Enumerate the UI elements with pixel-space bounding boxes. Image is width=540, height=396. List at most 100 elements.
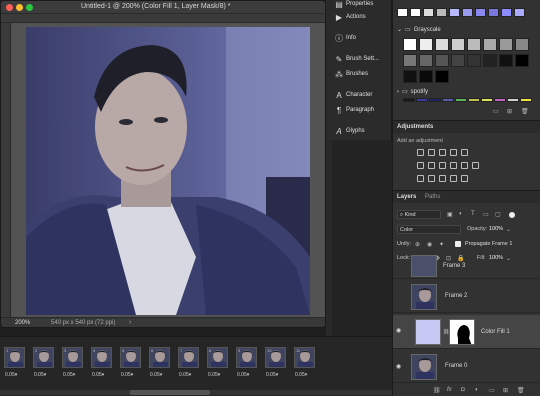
levels-icon[interactable]: [428, 149, 435, 156]
curves-icon[interactable]: [439, 149, 446, 156]
tab-adjustments[interactable]: Adjustments: [397, 124, 433, 130]
panel-properties[interactable]: ▤ Properties: [335, 0, 373, 9]
color-swatch[interactable]: [467, 38, 481, 51]
timeline-frame[interactable]: 9 0.05▾: [236, 347, 257, 381]
color-swatch[interactable]: [419, 54, 433, 67]
panel-brushes[interactable]: ⁂ Brushes: [335, 70, 368, 79]
folder-icon[interactable]: ▭: [489, 387, 495, 394]
close-window-icon[interactable]: [6, 4, 13, 11]
frame-delay[interactable]: 0.05▾: [92, 372, 104, 378]
fill-thumbnail[interactable]: [415, 319, 441, 345]
smart-object-filter-icon[interactable]: ▢: [495, 211, 501, 218]
color-swatch[interactable]: [451, 38, 465, 51]
tab-layers[interactable]: Layers: [397, 194, 416, 200]
black-white-icon[interactable]: [439, 162, 446, 169]
color-swatch[interactable]: [410, 8, 421, 17]
panel-paragraph[interactable]: ¶ Paragraph: [335, 106, 374, 115]
color-swatch[interactable]: [397, 8, 408, 17]
timeline-frame[interactable]: 10 0.05▾: [265, 347, 286, 381]
panel-character[interactable]: A Character: [335, 91, 372, 100]
color-swatch[interactable]: [475, 8, 486, 17]
frame-delay[interactable]: 0.05▾: [266, 372, 278, 378]
layer-row[interactable]: Frame 2: [393, 281, 540, 313]
vibrance-icon[interactable]: [461, 149, 468, 156]
frame-delay[interactable]: 0.05▾: [179, 372, 191, 378]
layer-name[interactable]: Frame 0: [445, 363, 467, 369]
color-balance-icon[interactable]: [428, 162, 435, 169]
layer-name[interactable]: Frame 3: [443, 263, 465, 269]
adjustment-filter-icon[interactable]: ◐: [459, 211, 463, 217]
new-layer-icon[interactable]: ⊞: [503, 387, 508, 394]
new-swatch-icon[interactable]: ⊞: [507, 108, 512, 115]
timeline-frame[interactable]: 3 0.05▾: [62, 347, 83, 381]
color-swatch[interactable]: [499, 38, 513, 51]
color-swatch[interactable]: [514, 8, 525, 17]
trash-icon[interactable]: 🗑: [517, 387, 525, 394]
maximize-window-icon[interactable]: [26, 4, 33, 11]
color-swatch[interactable]: [449, 8, 460, 17]
color-swatch[interactable]: [515, 54, 529, 67]
timeline-frame[interactable]: 6 0.05▾: [149, 347, 170, 381]
scrollbar-thumb[interactable]: [130, 390, 210, 395]
gradient-map-icon[interactable]: [450, 175, 457, 182]
ruler-vertical[interactable]: [1, 23, 11, 317]
color-swatch[interactable]: [501, 8, 512, 17]
tab-paths[interactable]: Paths: [425, 194, 440, 200]
panel-glyphs[interactable]: A Glyphs: [335, 127, 364, 136]
color-swatch[interactable]: [435, 54, 449, 67]
layer-row[interactable]: ◉ Frame 0: [393, 351, 540, 383]
zoom-level[interactable]: 200%: [15, 320, 30, 326]
hue-saturation-icon[interactable]: [417, 162, 424, 169]
timeline-frame[interactable]: 11 0.05▾: [294, 347, 315, 381]
color-swatch[interactable]: [520, 98, 532, 102]
trash-icon[interactable]: 🗑: [521, 108, 529, 115]
color-swatch[interactable]: [462, 8, 473, 17]
color-lookup-icon[interactable]: [472, 162, 479, 169]
color-swatch[interactable]: [451, 54, 465, 67]
frame-delay[interactable]: 0.05▾: [5, 372, 17, 378]
frame-delay[interactable]: 0.05▾: [34, 372, 46, 378]
color-swatch[interactable]: [442, 98, 454, 102]
layer-row[interactable]: Frame 3: [393, 255, 540, 279]
timeline-frame[interactable]: 1 0.05▾: [4, 347, 25, 381]
unify-position-icon[interactable]: ⊕: [415, 241, 420, 248]
exposure-icon[interactable]: [450, 149, 457, 156]
frame-delay[interactable]: 0.05▾: [295, 372, 307, 378]
color-swatch[interactable]: [481, 98, 493, 102]
posterize-icon[interactable]: [428, 175, 435, 182]
unify-visibility-icon[interactable]: ◉: [427, 241, 432, 248]
layer-name[interactable]: Color Fill 1: [481, 329, 510, 335]
color-swatch[interactable]: [403, 54, 417, 67]
lock-all-icon[interactable]: 🔒: [457, 255, 464, 262]
color-swatch[interactable]: [403, 38, 417, 51]
eye-icon[interactable]: ◉: [396, 327, 401, 334]
frame-delay[interactable]: 0.05▾: [121, 372, 133, 378]
color-swatch[interactable]: [483, 38, 497, 51]
color-swatch[interactable]: [429, 98, 441, 102]
chevron-right-icon[interactable]: ›: [129, 319, 131, 326]
timeline-frame[interactable]: 5 0.05▾: [120, 347, 141, 381]
color-swatch[interactable]: [499, 54, 513, 67]
color-swatch[interactable]: [403, 70, 417, 83]
color-swatch[interactable]: [483, 54, 497, 67]
channel-mixer-icon[interactable]: [461, 162, 468, 169]
timeline-frame[interactable]: 8 0.05▾: [207, 347, 228, 381]
panel-info[interactable]: ⓘ Info: [335, 34, 356, 43]
color-swatch[interactable]: [435, 38, 449, 51]
eye-icon[interactable]: ◉: [396, 363, 401, 370]
timeline-frame[interactable]: 2 0.05▾: [33, 347, 54, 381]
panel-actions[interactable]: ▶ Actions: [335, 13, 366, 22]
layer-filter-select[interactable]: ⌕ Kind: [397, 210, 441, 219]
color-swatch[interactable]: [403, 98, 415, 102]
color-swatch[interactable]: [436, 8, 447, 17]
color-swatch[interactable]: [494, 98, 506, 102]
document-title-bar[interactable]: Untitled-1 @ 200% (Color Fill 1, Layer M…: [1, 1, 325, 14]
adjustment-layer-icon[interactable]: ◐: [475, 387, 479, 393]
canvas-image[interactable]: [26, 27, 310, 315]
threshold-icon[interactable]: [439, 175, 446, 182]
brightness-icon[interactable]: [417, 149, 424, 156]
layer-row-selected[interactable]: ◉ ⛓ Color Fill 1: [393, 315, 540, 349]
color-swatch[interactable]: [515, 38, 529, 51]
panel-brush-settings[interactable]: ✎ Brush Sett...: [335, 55, 379, 64]
frame-delay[interactable]: 0.05▾: [150, 372, 162, 378]
